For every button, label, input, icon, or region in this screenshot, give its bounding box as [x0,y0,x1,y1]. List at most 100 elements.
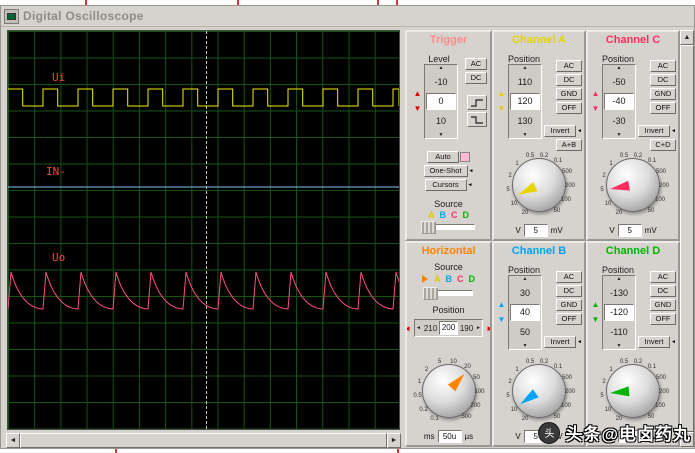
trigger-source-selector[interactable]: A B C D [407,210,490,220]
arrow-up-icon[interactable]: ▲ [591,90,600,98]
scale-value[interactable]: 5 [523,224,548,237]
timebase-value[interactable]: 50u [437,430,462,443]
auto-button[interactable]: Auto [427,151,459,163]
arrow-up-icon[interactable]: ▲ [497,301,506,309]
scroll-left-icon[interactable]: ◄ [6,433,20,448]
ac-button[interactable]: AC [650,271,676,283]
slider-thumb[interactable] [423,287,438,300]
arrow-down-icon[interactable]: ▼ [591,316,600,324]
trigger-level-spinner[interactable]: ▲ ▼ ▲ -10 0 10 ▼ [413,64,458,139]
horizontal-position-spinner[interactable]: ◄ ◄ 210 200 190 ► ► [407,319,490,337]
channel-b-position-spinner[interactable]: ▲ ▼ ▲ 30 40 50 ▼ [497,275,542,350]
channel-d-knob[interactable] [606,364,660,418]
invert-button[interactable]: Invert [544,336,577,348]
cursors-button[interactable]: Cursors [424,179,467,191]
spin-right-icon[interactable]: ► [475,325,482,331]
invert-button[interactable]: Invert [638,336,671,348]
trigger-source-slider[interactable] [421,221,475,234]
off-button[interactable]: OFF [650,313,676,325]
horizontal-source-slider[interactable] [423,287,473,300]
off-button[interactable]: OFF [556,102,582,114]
vertical-scrollbar-thumb[interactable] [680,45,694,432]
arrow-up-icon[interactable]: ▲ [497,90,506,98]
scroll-up-icon[interactable]: ▲ [680,30,694,45]
level-current[interactable]: 0 [426,93,456,110]
channel-b-knob[interactable] [512,364,566,418]
channel-c-knob[interactable] [606,158,660,212]
invert-button[interactable]: Invert [544,125,577,137]
slider-thumb[interactable] [421,221,436,234]
timebase-knob[interactable] [421,364,476,418]
arrow-up-icon[interactable]: ▲ [413,90,422,98]
arrow-down-icon[interactable]: ▼ [497,316,506,324]
position-arrows[interactable]: ▲ ▼ [591,90,600,113]
scroll-right-icon[interactable]: ► [387,433,401,448]
dc-button[interactable]: DC [650,285,676,297]
dial-scale-label: 2 [602,379,606,385]
source-b[interactable]: B [446,274,453,284]
spin-down-icon[interactable]: ▼ [603,132,635,138]
title-bar[interactable]: Digital Oscilloscope [1,6,694,27]
channel-c-position-spinner[interactable]: ▲ ▼ ▲ -50 -40 -30 ▼ [591,64,636,139]
position-drum[interactable]: ▲ -50 -40 -30 ▼ [602,64,636,139]
spin-down-icon[interactable]: ▼ [509,132,541,138]
one-shot-button[interactable]: One-Shot [423,165,468,177]
channel-a-knob[interactable] [512,158,566,212]
position-drum[interactable]: ▲ 110 120 130 ▼ [508,64,542,139]
invert-button[interactable]: Invert [638,125,671,137]
source-c[interactable]: C [457,274,464,284]
source-d[interactable]: D [463,210,470,220]
dc-button[interactable]: DC [556,74,582,86]
source-a[interactable]: A [428,210,435,220]
arrow-down-icon[interactable]: ▼ [413,105,422,113]
ac-button[interactable]: AC [556,60,582,72]
position-drum[interactable]: ▲ 30 40 50 ▼ [508,275,542,350]
arrow-left-icon[interactable]: ◄ [407,324,411,333]
position-current[interactable]: -120 [604,304,634,321]
source-a[interactable]: A [434,274,441,284]
spin-down-icon[interactable]: ▼ [603,343,635,349]
trigger-dc-button[interactable]: DC [465,72,487,84]
spin-down-icon[interactable]: ▼ [509,343,541,349]
arrow-down-icon[interactable]: ▼ [591,105,600,113]
cursor-line[interactable] [206,31,207,429]
off-button[interactable]: OFF [556,313,582,325]
position-arrows[interactable]: ▲ ▼ [497,301,506,324]
dc-button[interactable]: DC [650,74,676,86]
position-drum[interactable]: ◄ 210 200 190 ► [414,319,483,337]
ac-button[interactable]: AC [556,271,582,283]
scale-value[interactable]: 5 [617,224,642,237]
position-arrows[interactable]: ▲ ▼ [591,301,600,324]
source-d[interactable]: D [469,274,476,284]
arrow-down-icon[interactable]: ▼ [497,105,506,113]
channel-d-position-spinner[interactable]: ▲ ▼ ▲ -130 -120 -110 ▼ [591,275,636,350]
dc-button[interactable]: DC [556,285,582,297]
rising-edge-button[interactable] [467,95,487,110]
falling-edge-button[interactable] [467,112,487,127]
vertical-scrollbar[interactable]: ▲ ▼ [680,30,694,447]
position-current[interactable]: 40 [510,304,540,321]
off-button[interactable]: OFF [650,102,676,114]
position-current[interactable]: -40 [604,93,634,110]
level-arrows[interactable]: ▲ ▼ [413,90,422,113]
arrow-up-icon[interactable]: ▲ [591,301,600,309]
horizontal-scrollbar-thumb[interactable] [20,433,387,448]
source-c[interactable]: C [451,210,458,220]
gnd-button[interactable]: GND [650,299,676,311]
spin-left-icon[interactable]: ◄ [415,325,422,331]
gnd-button[interactable]: GND [556,88,582,100]
position-current[interactable]: 200 [439,321,458,335]
horizontal-source-selector[interactable]: A B C D [407,274,490,284]
level-drum[interactable]: ▲ -10 0 10 ▼ [424,64,458,139]
spin-down-icon[interactable]: ▼ [425,132,457,138]
gnd-button[interactable]: GND [556,299,582,311]
channel-a-position-spinner[interactable]: ▲ ▼ ▲ 110 120 130 ▼ [497,64,542,139]
ac-button[interactable]: AC [650,60,676,72]
position-drum[interactable]: ▲ -130 -120 -110 ▼ [602,275,636,350]
gnd-button[interactable]: GND [650,88,676,100]
trigger-ac-button[interactable]: AC [465,58,487,70]
horizontal-scrollbar[interactable]: ◄ ► [6,433,401,448]
position-arrows[interactable]: ▲ ▼ [497,90,506,113]
position-current[interactable]: 120 [510,93,540,110]
source-b[interactable]: B [440,210,447,220]
